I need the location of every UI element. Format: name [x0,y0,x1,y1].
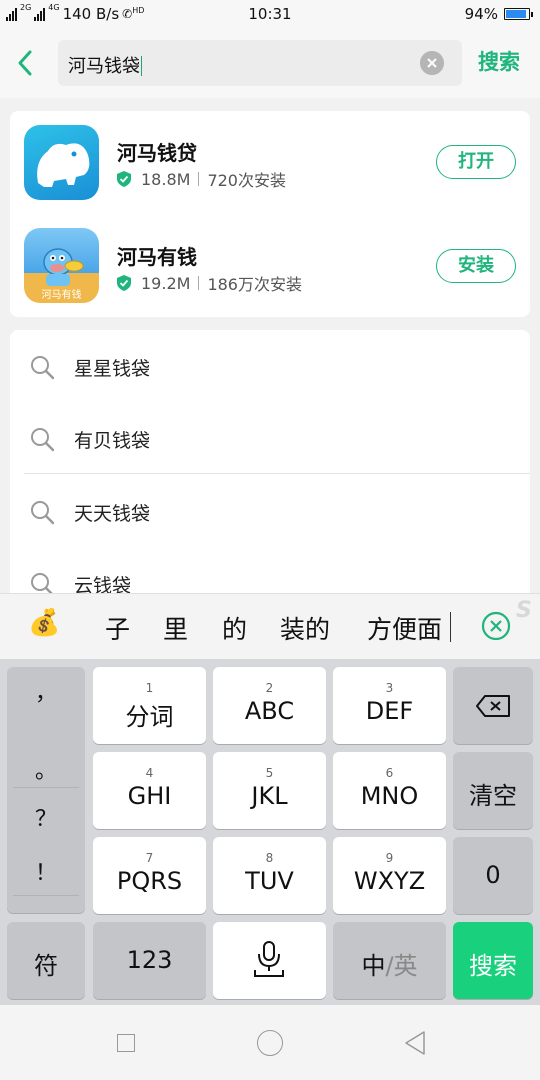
punct-divider [13,895,79,896]
punct-key[interactable]: 。 [7,753,85,785]
key-7[interactable]: 7 PQRS [93,837,206,914]
search-icon [31,356,55,380]
punct-divider [13,787,79,788]
key-9[interactable]: 9 WXYZ [333,837,446,914]
punct-key[interactable]: ！ [7,855,85,887]
candidate-word[interactable]: 装的 [280,610,330,646]
clock: 10:31 [248,5,292,23]
key-6[interactable]: 6 MNO [333,752,446,829]
search-icon [31,501,55,525]
lang-zh: 中 [361,952,386,980]
punct-key[interactable]: ？ [7,801,85,833]
search-icon [31,428,55,452]
suggestion-text: 星星钱袋 [74,358,151,380]
open-button[interactable]: 打开 [436,145,516,179]
app-name: 河马钱贷 [117,141,197,165]
lang-en: 英 [393,952,418,980]
key-5[interactable]: 5 JKL [213,752,326,829]
battery-icon [504,8,533,20]
suggestion-text: 天天钱袋 [74,503,151,525]
candidate-word[interactable]: 的 [222,610,247,646]
app-result-item[interactable]: 河马有钱 河马有钱 19.2M 186万次安装 安装 [10,215,530,315]
search-query: 河马钱袋 [68,56,140,77]
suggestion-text: 有贝钱袋 [74,430,151,452]
key-4[interactable]: 4 GHI [93,752,206,829]
clear-key[interactable]: 清空 [453,752,533,829]
collapse-candidates-icon[interactable] [480,610,512,642]
suggestion-item[interactable]: 星星钱袋 [10,330,530,402]
recent-apps-icon[interactable] [117,1034,135,1052]
clear-icon[interactable] [420,51,444,75]
app-results-card: 河马钱贷 18.8M 720次安装 打开 河马有钱 河马有钱 19.2M 186… [10,111,530,317]
divider [24,473,530,474]
suggestion-item[interactable]: 天天钱袋 [10,475,530,547]
lang-slash: / [385,952,394,980]
enter-search-key[interactable]: 搜索 [453,922,533,999]
key-1[interactable]: 1 分词 [93,667,206,744]
text-caret [141,56,142,76]
home-icon[interactable] [257,1030,283,1056]
candidate-word[interactable]: 子 [105,610,130,646]
meta-separator [198,172,200,186]
app-size: 18.8M [141,169,191,189]
number-key[interactable]: 123 [93,922,206,999]
install-button[interactable]: 安装 [436,249,516,283]
punctuation-column[interactable]: ， 。 ？ ！ [7,667,85,913]
app-result-item[interactable]: 河马钱贷 18.8M 720次安装 打开 [10,111,530,211]
voice-key[interactable] [213,922,326,999]
search-button[interactable]: 搜索 [478,46,520,76]
punct-key[interactable]: ， [7,675,85,707]
app-meta: 18.8M 720次安装 [117,167,286,191]
backspace-icon [476,695,510,717]
app-installs: 720次安装 [207,171,286,190]
ime-candidate-bar: 💰 子 里 的 装的 方便面 S [0,593,540,660]
suggestion-item[interactable]: 有贝钱袋 [10,402,530,474]
suggestions-list: 星星钱袋 有贝钱袋 天天钱袋 云钱袋 [10,330,530,610]
money-bag-icon[interactable]: 💰 [28,608,60,638]
backspace-key[interactable] [453,667,533,744]
back-arrow-icon[interactable] [14,48,38,78]
app-installs: 186万次安装 [207,275,302,294]
app-meta: 19.2M 186万次安装 [117,271,302,295]
verified-shield-icon [117,275,131,291]
candidate-word[interactable]: 里 [163,610,188,646]
status-bar: 2G 4G 140 B/s ✆HD 10:31 94% [0,0,540,28]
meta-separator [198,276,200,290]
symbol-key[interactable]: 符 [7,922,85,999]
key-8[interactable]: 8 TUV [213,837,326,914]
navigation-bar [0,1005,540,1080]
app-size: 19.2M [141,273,191,293]
candidate-cursor [450,612,451,642]
keyboard: ， 。 ？ ！ 1 分词 2 ABC 3 DEF 4 GHI 5 JKL 6 MNO 清空 … [0,659,540,1005]
icon-caption: 河马有钱 [41,290,82,301]
ime-logo: S [516,598,532,623]
microphone-icon [254,941,284,977]
hippo-app-icon [24,125,99,200]
app-name: 河马有钱 [117,245,197,269]
battery-percent: 94% [464,5,498,23]
back-triangle-icon[interactable] [402,1029,428,1057]
zero-key[interactable]: 0 [453,837,533,914]
key-2[interactable]: 2 ABC [213,667,326,744]
hippo-cartoon-app-icon: 河马有钱 [24,228,99,303]
verified-shield-icon [117,171,131,187]
search-input[interactable]: 河马钱袋 [58,40,462,86]
search-header: 河马钱袋 搜索 [0,28,540,98]
language-switch-key[interactable]: 中/英 [333,922,446,999]
candidate-word[interactable]: 方便面 [367,610,442,646]
key-3[interactable]: 3 DEF [333,667,446,744]
